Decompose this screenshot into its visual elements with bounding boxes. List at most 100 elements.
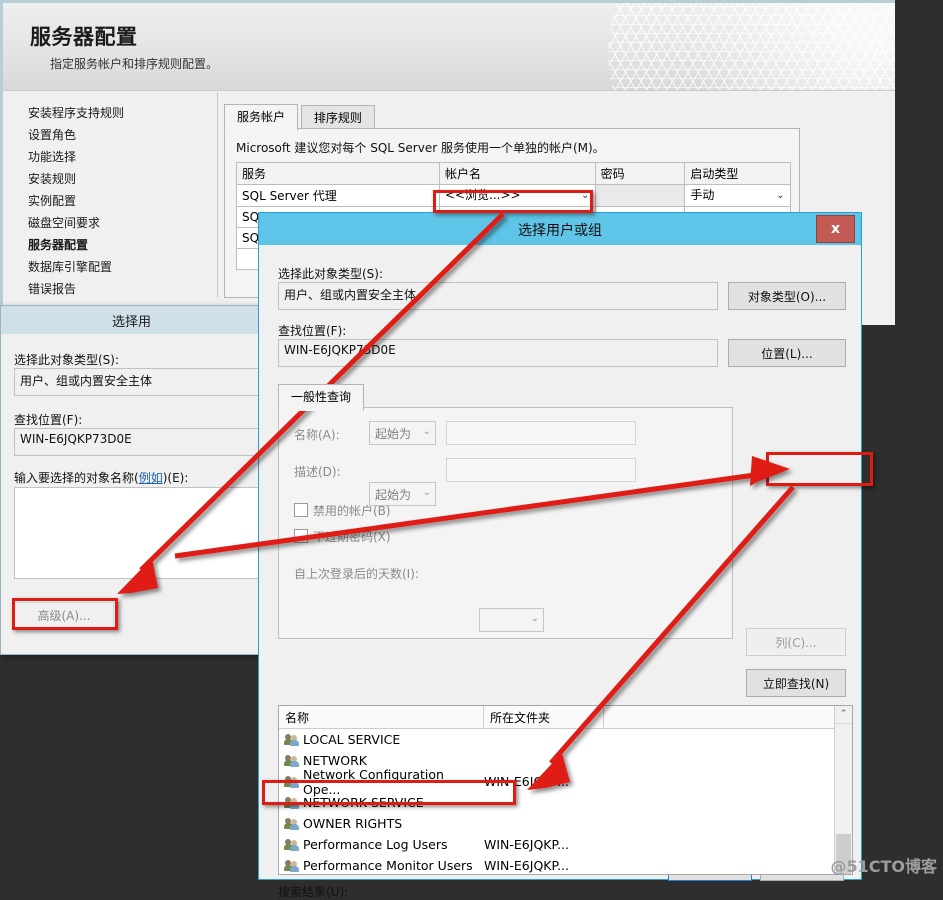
location-field: WIN-E6JQKP73D0E [14, 428, 274, 456]
results-column-folder[interactable]: 所在文件夹 [484, 706, 604, 728]
list-item[interactable]: Performance Monitor Users WIN-E6JQKP... [279, 855, 852, 874]
query-tab-strip: 一般性查询 [278, 384, 365, 411]
table-header-row: 服务 帐户名 密码 启动类型 [236, 162, 791, 185]
column-header-startup-type: 启动类型 [684, 162, 791, 185]
result-name: OWNER RIGHTS [303, 816, 403, 831]
advanced-button[interactable]: 高级(A)... [14, 602, 114, 628]
result-name: Performance Log Users [303, 837, 448, 852]
non-expiring-password-label: 不过期密码(X) [313, 530, 391, 544]
tab-service-accounts[interactable]: 服务帐户 [224, 104, 299, 131]
users-group-icon [284, 754, 299, 767]
object-names-label-post: )(E): [162, 471, 189, 485]
name-input[interactable] [446, 421, 636, 445]
sidebar-item-database-engine-configuration[interactable]: 数据库引擎配置 [3, 256, 217, 278]
location-field: WIN-E6JQKP73D0E [278, 339, 718, 367]
result-folder: WIN-E6JQKP... [484, 837, 569, 852]
cell-password[interactable] [594, 184, 686, 207]
object-type-field: 用户、组或内置安全主体 [14, 368, 274, 396]
find-now-button[interactable]: 立即查找(N) [746, 669, 846, 697]
scroll-up-icon[interactable]: ⌃ [835, 706, 852, 724]
search-results-label: 搜索结果(U): [278, 885, 349, 899]
list-item-network-service[interactable]: NETWORK SERVICE [279, 792, 852, 813]
disabled-accounts-label: 禁用的帐户(B) [313, 504, 391, 518]
users-group-icon [284, 817, 299, 830]
dialog-titlebar[interactable]: 选择用户或组 x [259, 213, 861, 245]
object-type-field: 用户、组或内置安全主体 [278, 282, 718, 310]
column-header-account-name: 帐户名 [438, 162, 596, 185]
watermark: @51CTO博客 [830, 857, 937, 876]
startup-combo[interactable]: 手动 ⌄ [684, 184, 791, 207]
location-label: 查找位置(F): [278, 324, 347, 338]
chevron-down-icon: ⌄ [422, 426, 431, 437]
results-scrollbar[interactable]: ⌃ [834, 706, 852, 874]
account-combo[interactable]: <<浏览...>> ⌄ [438, 184, 596, 207]
sidebar-item-server-configuration[interactable]: 服务器配置 [3, 234, 217, 256]
object-type-label: 选择此对象类型(S): [14, 353, 120, 367]
dialog-client-area: 选择此对象类型(S): 用户、组或内置安全主体 查找位置(F): WIN-E6J… [1, 334, 274, 654]
checkbox-icon [294, 503, 308, 517]
header-divider [3, 90, 898, 91]
description-operator-value: 起始为 [375, 488, 412, 502]
cell-service-name: SQL Server 代理 [236, 184, 440, 207]
description-label: 描述(D): [294, 465, 341, 479]
result-name: Network Configuration Ope... [303, 766, 444, 797]
result-name: LOCAL SERVICE [303, 732, 401, 747]
name-operator-value: 起始为 [375, 427, 412, 441]
object-type-label: 选择此对象类型(S): [278, 267, 384, 281]
table-row: SQL Server 代理 <<浏览...>> ⌄ 手动 ⌄ [236, 184, 791, 207]
dialog-titlebar-inactive[interactable]: 选择用 [1, 306, 262, 334]
name-operator-combo[interactable]: 起始为 ⌄ [369, 421, 436, 445]
object-types-button[interactable]: 对象类型(O)... [728, 282, 846, 310]
results-header-row: 名称 所在文件夹 [279, 706, 852, 729]
column-header-service: 服务 [236, 162, 440, 185]
search-results-list[interactable]: 名称 所在文件夹 LOCAL SERVICE NETWORK Network C… [278, 705, 853, 875]
sidebar-item-installation-rules[interactable]: 安装规则 [3, 168, 217, 190]
dialog-title: 选择用户或组 [518, 223, 602, 239]
columns-button[interactable]: 列(C)... [746, 628, 846, 656]
sidebar-item-instance-configuration[interactable]: 实例配置 [3, 190, 217, 212]
dialog-title: 选择用 [111, 315, 151, 330]
chevron-down-icon: ⌄ [776, 190, 785, 201]
results-column-name[interactable]: 名称 [279, 706, 484, 728]
object-names-label-pre: 输入要选择的对象名称( [14, 471, 139, 485]
description-input[interactable] [446, 458, 636, 482]
list-item[interactable]: OWNER RIGHTS [279, 813, 852, 834]
checkbox-icon [294, 529, 308, 543]
select-user-or-group-dialog: 选择用户或组 x 选择此对象类型(S): 用户、组或内置安全主体 对象类型(O)… [258, 212, 862, 899]
dialog-client-area: 选择此对象类型(S): 用户、组或内置安全主体 对象类型(O)... 查找位置(… [264, 246, 856, 899]
select-user-or-group-dialog-background: 选择用 选择此对象类型(S): 用户、组或内置安全主体 查找位置(F): WIN… [0, 305, 274, 655]
close-icon[interactable]: x [816, 215, 855, 243]
page-title: 服务器配置 [30, 25, 138, 49]
tab-strip: 服务帐户 排序规则 [224, 104, 375, 131]
tab-common-queries[interactable]: 一般性查询 [278, 384, 365, 411]
users-group-icon [284, 775, 299, 788]
name-label: 名称(A): [294, 428, 340, 442]
sidebar-item-feature-selection[interactable]: 功能选择 [3, 146, 217, 168]
sidebar-item-error-reporting[interactable]: 错误报告 [3, 278, 217, 300]
list-item[interactable]: LOCAL SERVICE [279, 729, 852, 750]
examples-link[interactable]: 例如 [139, 471, 163, 485]
result-folder: WIN-E6JQKP... [484, 858, 569, 873]
object-names-input[interactable] [14, 487, 274, 579]
sidebar-item-setup-support-rules[interactable]: 安装程序支持规则 [3, 102, 217, 124]
list-item[interactable]: Performance Log Users WIN-E6JQKP... [279, 834, 852, 855]
days-since-login-combo[interactable]: ⌄ [479, 608, 544, 632]
result-folder: WIN-E6JQKP... [484, 774, 569, 789]
common-queries-group: 名称(A): 起始为 ⌄ 描述(D): 起始为 ⌄ 禁用的帐户(B) 不过期密码… [278, 407, 733, 639]
location-label: 查找位置(F): [14, 413, 83, 427]
locations-button[interactable]: 位置(L)... [728, 339, 846, 367]
disabled-accounts-checkbox[interactable]: 禁用的帐户(B) [294, 502, 391, 519]
object-names-label: 输入要选择的对象名称(例如)(E): [14, 469, 188, 486]
chevron-down-icon: ⌄ [422, 487, 431, 498]
days-since-login-label: 自上次登录后的天数(I): [294, 567, 419, 581]
chevron-down-icon: ⌄ [580, 190, 590, 201]
sidebar-item-disk-space-requirements[interactable]: 磁盘空间要求 [3, 212, 217, 234]
non-expiring-password-checkbox[interactable]: 不过期密码(X) [294, 528, 391, 545]
account-combo-value: <<浏览...>> [444, 188, 521, 202]
list-item[interactable]: Network Configuration Ope... WIN-E6JQKP.… [279, 767, 852, 797]
users-group-icon [284, 733, 299, 746]
result-name: NETWORK SERVICE [303, 795, 424, 810]
sidebar-item-setup-role[interactable]: 设置角色 [3, 124, 217, 146]
wizard-steps-sidebar: 安装程序支持规则 设置角色 功能选择 安装规则 实例配置 磁盘空间要求 服务器配… [3, 92, 218, 297]
column-header-password: 密码 [594, 162, 686, 185]
